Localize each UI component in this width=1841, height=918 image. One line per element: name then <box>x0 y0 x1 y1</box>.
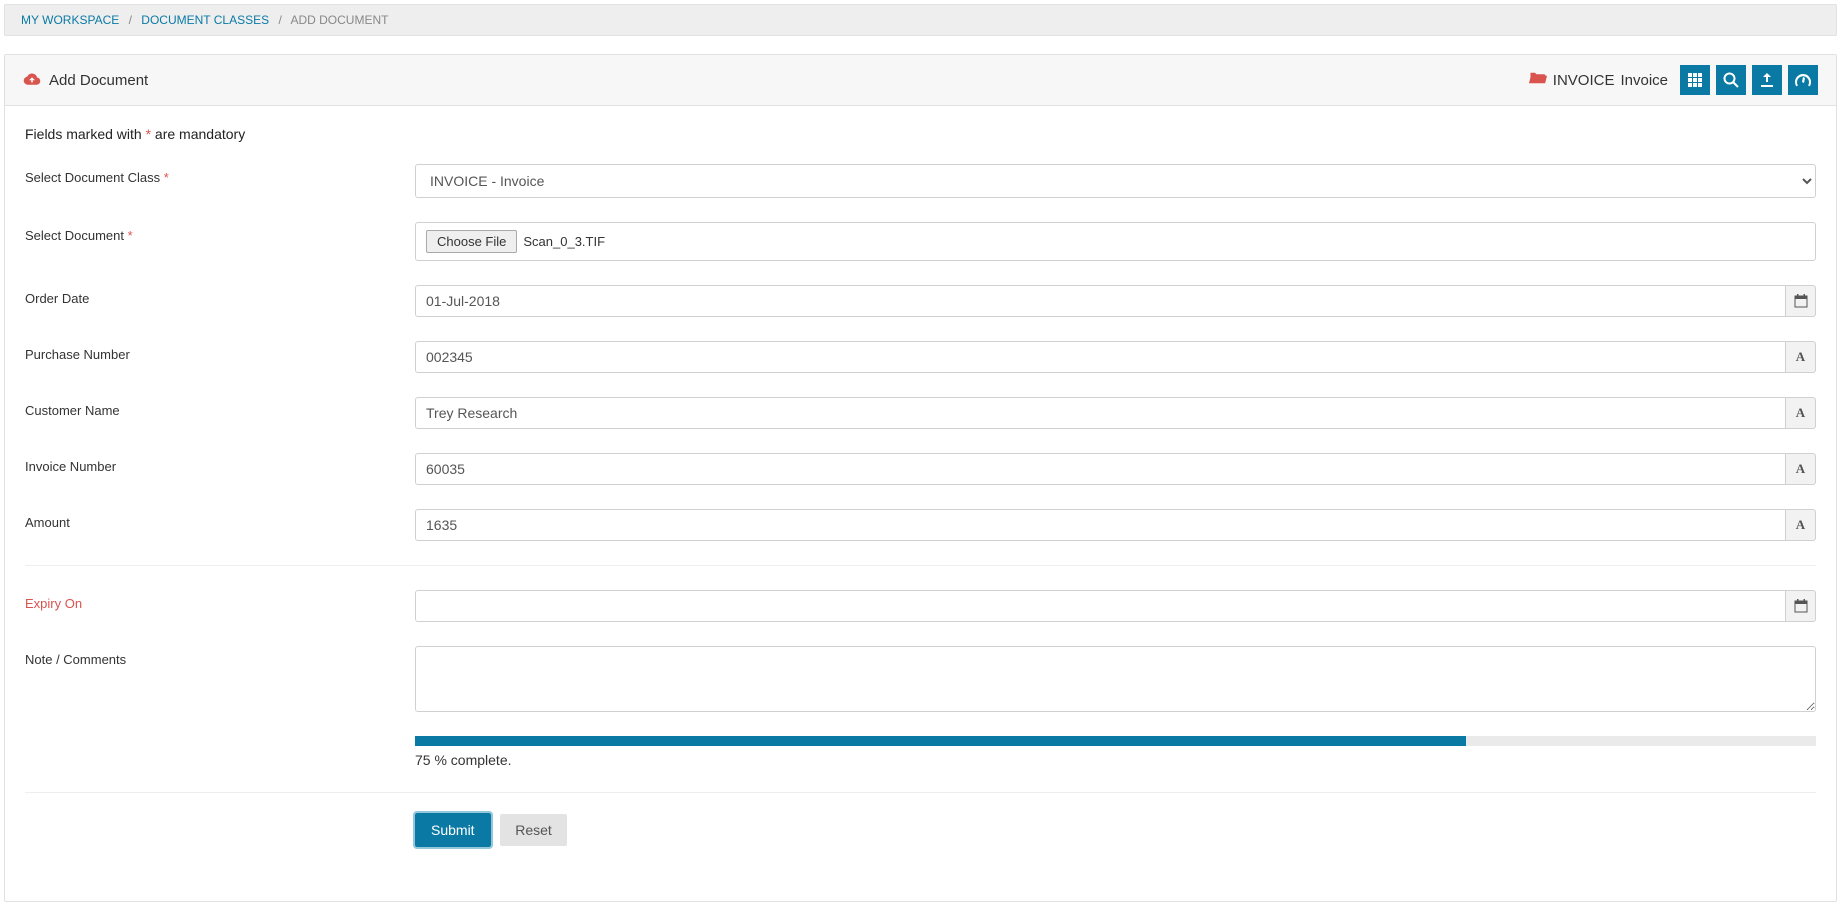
text-addon-amount[interactable]: A <box>1786 509 1816 541</box>
upload-icon <box>1759 72 1775 88</box>
search-button[interactable] <box>1716 65 1746 95</box>
label-order-date: Order Date <box>25 285 415 306</box>
grid-view-button[interactable] <box>1680 65 1710 95</box>
input-customer-name[interactable] <box>415 397 1786 429</box>
mandatory-note-prefix: Fields marked with <box>25 126 146 142</box>
label-expiry-on: Expiry On <box>25 590 415 611</box>
textarea-note[interactable] <box>415 646 1816 712</box>
mandatory-note-suffix: are mandatory <box>151 126 245 142</box>
selected-file-name: Scan_0_3.TIF <box>523 234 605 249</box>
label-amount: Amount <box>25 509 415 530</box>
breadcrumb: MY WORKSPACE / DOCUMENT CLASSES / ADD DO… <box>4 4 1837 36</box>
font-icon: A <box>1796 405 1805 421</box>
input-amount[interactable] <box>415 509 1786 541</box>
text-addon-purchase[interactable]: A <box>1786 341 1816 373</box>
label-note: Note / Comments <box>25 646 415 667</box>
input-expiry-on[interactable] <box>415 590 1786 622</box>
grid-icon <box>1687 72 1703 88</box>
cloud-upload-icon <box>23 70 41 90</box>
breadcrumb-link-document-classes[interactable]: DOCUMENT CLASSES <box>141 13 269 27</box>
progress-text: 75 % complete. <box>415 752 1816 768</box>
label-document-class: Select Document Class * <box>25 164 415 185</box>
text-addon-invoice[interactable]: A <box>1786 453 1816 485</box>
text-addon-customer[interactable]: A <box>1786 397 1816 429</box>
label-progress-empty <box>25 736 415 742</box>
gauge-icon <box>1795 72 1811 88</box>
file-input-wrapper: Choose File Scan_0_3.TIF <box>415 222 1816 261</box>
calendar-icon <box>1794 294 1808 308</box>
calendar-icon <box>1794 599 1808 613</box>
add-document-panel: Add Document INVOICE Invoice <box>4 54 1837 902</box>
label-actions-empty <box>25 813 415 819</box>
breadcrumb-link-workspace[interactable]: MY WORKSPACE <box>21 13 119 27</box>
panel-header: Add Document INVOICE Invoice <box>5 55 1836 106</box>
panel-title: Add Document <box>49 72 148 89</box>
breadcrumb-sep: / <box>272 13 287 27</box>
breadcrumb-sep: / <box>123 13 138 27</box>
font-icon: A <box>1796 461 1805 477</box>
label-select-document: Select Document * <box>25 222 415 243</box>
input-invoice-number[interactable] <box>415 453 1786 485</box>
choose-file-button[interactable]: Choose File <box>426 230 517 253</box>
docclass-code: INVOICE <box>1553 72 1615 89</box>
submit-button[interactable]: Submit <box>415 813 491 847</box>
calendar-addon-order-date[interactable] <box>1786 285 1816 317</box>
progress-bar <box>415 736 1816 746</box>
upload-button[interactable] <box>1752 65 1782 95</box>
docclass-name: Invoice <box>1620 72 1668 89</box>
folder-open-icon <box>1529 71 1547 89</box>
select-document-class[interactable]: INVOICE - Invoice <box>415 164 1816 198</box>
docclass-badge: INVOICE Invoice <box>1529 71 1668 89</box>
search-icon <box>1723 72 1739 88</box>
font-icon: A <box>1796 517 1805 533</box>
font-icon: A <box>1796 349 1805 365</box>
breadcrumb-current: ADD DOCUMENT <box>290 13 388 27</box>
label-customer-name: Customer Name <box>25 397 415 418</box>
calendar-addon-expiry[interactable] <box>1786 590 1816 622</box>
mandatory-note: Fields marked with * are mandatory <box>25 126 1816 142</box>
dashboard-button[interactable] <box>1788 65 1818 95</box>
input-purchase-number[interactable] <box>415 341 1786 373</box>
label-purchase-number: Purchase Number <box>25 341 415 362</box>
reset-button[interactable]: Reset <box>500 814 567 846</box>
label-invoice-number: Invoice Number <box>25 453 415 474</box>
input-order-date[interactable] <box>415 285 1786 317</box>
progress-bar-fill <box>415 736 1466 746</box>
